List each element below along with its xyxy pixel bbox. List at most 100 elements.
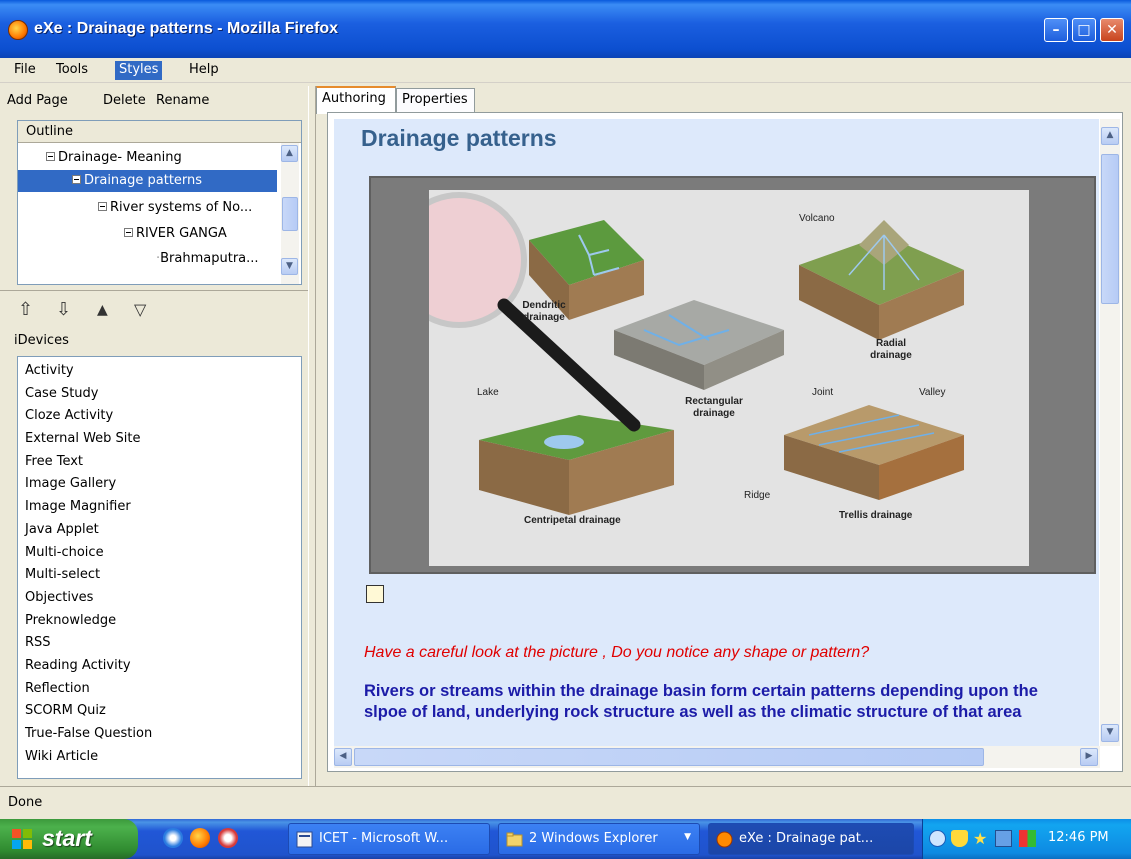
status-text: Done xyxy=(8,795,43,810)
idevice-external-web-site[interactable]: External Web Site xyxy=(25,428,294,451)
maximize-button[interactable]: □ xyxy=(1072,18,1096,42)
menu-styles[interactable]: Styles xyxy=(115,61,163,80)
outline-scrollbar[interactable]: ▲ ▼ xyxy=(281,143,299,284)
flag-icon[interactable] xyxy=(1019,830,1036,847)
firefox-quicklaunch-icon[interactable] xyxy=(190,828,210,848)
move-down-icon[interactable]: ▽ xyxy=(134,300,146,319)
task-button-word[interactable]: ICET - Microsoft W... xyxy=(288,823,490,855)
scroll-up-icon[interactable]: ▲ xyxy=(1101,127,1119,145)
collapse-icon[interactable] xyxy=(124,228,133,237)
idevice-reading-activity[interactable]: Reading Activity xyxy=(25,655,294,678)
idevice-multi-select[interactable]: Multi-select xyxy=(25,564,294,587)
minimize-icon: – xyxy=(1052,22,1060,38)
minimize-button[interactable]: – xyxy=(1044,18,1068,42)
maximize-icon: □ xyxy=(1077,22,1091,38)
outline-header: Outline xyxy=(18,121,301,143)
scroll-thumb[interactable] xyxy=(354,748,984,766)
scroll-down-icon[interactable]: ▼ xyxy=(281,258,298,275)
outline-item-label: RIVER GANGA xyxy=(136,226,227,241)
idevice-wiki-article[interactable]: Wiki Article xyxy=(25,746,294,769)
scroll-right-icon[interactable]: ▶ xyxy=(1080,748,1098,766)
node-move-toolbar: ⇧ ⇩ ▲ ▽ xyxy=(0,290,308,330)
image-magnifier-device[interactable]: Volcano Dendritic drainage Radial draina… xyxy=(369,176,1096,574)
clock[interactable]: 12:46 PM xyxy=(1048,830,1109,845)
chrome-like-icon[interactable] xyxy=(218,828,238,848)
scroll-up-icon[interactable]: ▲ xyxy=(281,145,298,162)
scroll-down-icon[interactable]: ▼ xyxy=(1101,724,1119,742)
idevice-cloze-activity[interactable]: Cloze Activity xyxy=(25,405,294,428)
start-button[interactable]: start xyxy=(0,819,138,859)
outline-item-label: Drainage- Meaning xyxy=(58,150,182,165)
menu-tools[interactable]: Tools xyxy=(52,61,92,80)
idevice-image-magnifier[interactable]: Image Magnifier xyxy=(25,496,294,519)
label-valley: Valley xyxy=(919,387,946,398)
idevice-java-applet[interactable]: Java Applet xyxy=(25,519,294,542)
outline-item-label: Drainage patterns xyxy=(84,173,203,188)
idevice-preknowledge[interactable]: Preknowledge xyxy=(25,610,294,633)
label-centripetal: Centripetal drainage xyxy=(524,515,621,526)
page-toolbar: Add Page Delete Rename xyxy=(0,86,308,116)
demote-icon[interactable]: ⇩ xyxy=(56,299,71,320)
close-button[interactable]: ✕ xyxy=(1100,18,1124,42)
add-page-button[interactable]: Add Page xyxy=(7,93,68,108)
outline-item-brahmaputra[interactable]: ·Brahmaputra... xyxy=(156,248,281,270)
outline-item-river-systems[interactable]: River systems of No... xyxy=(98,197,281,219)
tab-properties[interactable]: Properties xyxy=(396,88,475,112)
move-up-icon[interactable]: ▲ xyxy=(97,302,108,318)
idevice-image-gallery[interactable]: Image Gallery xyxy=(25,473,294,496)
menu-file[interactable]: File xyxy=(10,61,40,80)
network-icon[interactable] xyxy=(995,830,1012,847)
outline-item-label: Brahmaputra... xyxy=(160,251,259,266)
drainage-diagram: Volcano Dendritic drainage Radial draina… xyxy=(429,190,1029,566)
label-rectangular: Rectangular drainage xyxy=(685,396,743,419)
outline-item-drainage-meaning[interactable]: Drainage- Meaning xyxy=(46,147,281,169)
task-button-explorer[interactable]: 2 Windows Explorer ▼ xyxy=(498,823,700,855)
scroll-thumb[interactable] xyxy=(282,197,298,231)
idevice-reflection[interactable]: Reflection xyxy=(25,678,294,701)
outline-item-drainage-patterns[interactable]: Drainage patterns xyxy=(18,170,277,192)
word-document-icon xyxy=(296,831,313,848)
content-horizontal-scrollbar[interactable]: ◀ ▶ xyxy=(334,746,1100,768)
delete-page-button[interactable]: Delete xyxy=(103,93,146,108)
tray-collapse-icon[interactable] xyxy=(929,830,946,847)
tab-authoring[interactable]: Authoring xyxy=(316,86,396,114)
idevice-true-false-question[interactable]: True-False Question xyxy=(25,723,294,746)
folder-icon xyxy=(506,832,523,847)
idevice-multi-choice[interactable]: Multi-choice xyxy=(25,542,294,565)
scroll-thumb[interactable] xyxy=(1101,154,1119,304)
task-label: eXe : Drainage pat... xyxy=(739,831,874,846)
outline-item-river-ganga[interactable]: RIVER GANGA xyxy=(124,223,281,245)
security-shield-icon[interactable] xyxy=(951,830,968,847)
drainage-illustration xyxy=(429,192,964,515)
task-label: ICET - Microsoft W... xyxy=(319,831,449,846)
task-button-firefox[interactable]: eXe : Drainage pat... xyxy=(708,823,914,855)
idevice-scorm-quiz[interactable]: SCORM Quiz xyxy=(25,700,294,723)
label-volcano: Volcano xyxy=(799,213,835,224)
firefox-window: eXe : Drainage patterns - Mozilla Firefo… xyxy=(0,0,1131,819)
menu-bar: File Tools Styles Help xyxy=(0,58,1131,83)
label-ridge: Ridge xyxy=(744,490,771,501)
idevice-rss[interactable]: RSS xyxy=(25,632,294,655)
panel-splitter[interactable] xyxy=(308,86,316,786)
internet-explorer-icon[interactable] xyxy=(163,828,183,848)
authoring-frame: Drainage patterns Volcano Dendritic drai… xyxy=(327,112,1123,772)
title-bar[interactable]: eXe : Drainage patterns - Mozilla Firefo… xyxy=(0,0,1131,58)
collapse-icon[interactable] xyxy=(46,152,55,161)
idevice-objectives[interactable]: Objectives xyxy=(25,587,294,610)
task-label: 2 Windows Explorer xyxy=(529,831,658,846)
promote-icon[interactable]: ⇧ xyxy=(18,299,33,320)
outline-item-label: River systems of No... xyxy=(110,200,253,215)
rename-page-button[interactable]: Rename xyxy=(156,93,209,108)
question-text: Have a careful look at the picture , Do … xyxy=(364,644,870,661)
scroll-left-icon[interactable]: ◀ xyxy=(334,748,352,766)
content-vertical-scrollbar[interactable]: ▲ ▼ xyxy=(1100,119,1120,746)
taskbar: start ICET - Microsoft W... 2 Windows Ex… xyxy=(0,819,1131,859)
idevice-activity[interactable]: Activity xyxy=(25,360,294,383)
star-icon[interactable]: ★ xyxy=(973,830,990,847)
idevice-case-study[interactable]: Case Study xyxy=(25,383,294,406)
collapse-icon[interactable] xyxy=(98,202,107,211)
idevice-free-text[interactable]: Free Text xyxy=(25,451,294,474)
collapse-icon[interactable] xyxy=(72,175,81,184)
edit-idevice-icon[interactable] xyxy=(366,585,384,603)
menu-help[interactable]: Help xyxy=(185,61,223,80)
